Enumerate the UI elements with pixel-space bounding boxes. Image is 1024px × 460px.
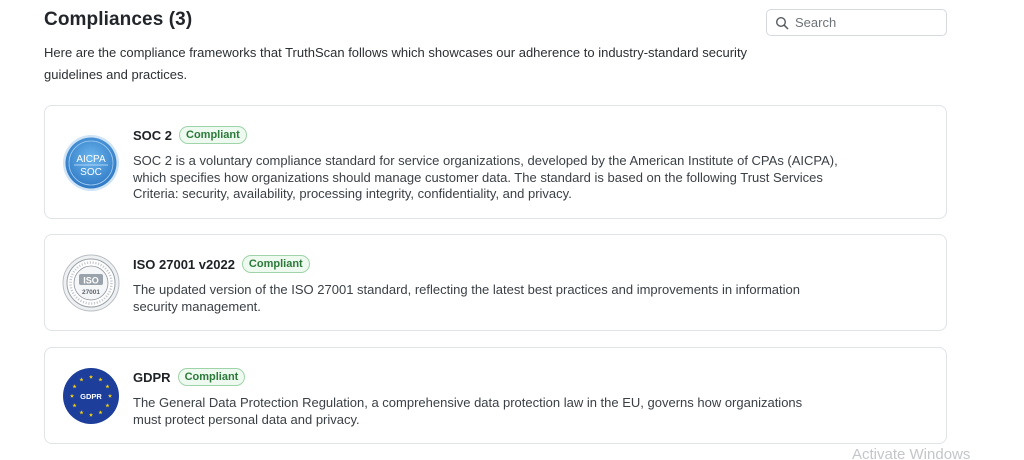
status-badge: Compliant — [177, 368, 246, 386]
soc-logo-bottom-text: SOC — [80, 167, 102, 178]
card-header: GDPR Compliant — [133, 367, 926, 387]
search-icon — [775, 16, 789, 30]
search-input[interactable] — [795, 15, 935, 30]
compliance-description: SOC 2 is a voluntary compliance standard… — [133, 153, 838, 201]
compliance-description: The General Data Protection Regulation, … — [133, 395, 803, 427]
compliance-card-iso27001[interactable]: ISO 27001 ISO 27001 v2022 Compliant The … — [44, 234, 947, 331]
page-title: Compliances (3) — [44, 9, 193, 30]
search-box[interactable] — [766, 9, 947, 36]
soc-logo-top-text: AICPA — [76, 154, 106, 165]
iso-27001-seal-icon: ISO 27001 — [62, 254, 120, 312]
compliance-description: The updated version of the ISO 27001 sta… — [133, 282, 800, 314]
compliance-name: GDPR — [133, 369, 171, 385]
status-badge: Compliant — [241, 255, 310, 273]
activate-windows-watermark: Activate Windows — [852, 446, 971, 460]
status-badge: Compliant — [179, 126, 247, 144]
compliance-name: SOC 2 — [133, 127, 173, 143]
card-header: ISO 27001 v2022 Compliant — [133, 254, 926, 274]
compliance-card-gdpr[interactable]: GDPR GDPR Compliant The General Data Pro… — [44, 347, 947, 444]
gdpr-eu-stars-icon: GDPR — [62, 367, 120, 425]
compliances-page: Compliances (3) Here are the compliance … — [0, 0, 1024, 460]
gdpr-logo-text: GDPR — [80, 392, 102, 401]
card-body: SOC 2 Compliant SOC 2 is a voluntary com… — [133, 125, 926, 203]
aicpa-soc-seal-icon: AICPA SOC — [62, 134, 120, 192]
card-body: GDPR Compliant The General Data Protecti… — [133, 367, 926, 428]
intro-text: Here are the compliance frameworks that … — [44, 45, 748, 82]
compliance-name: ISO 27001 v2022 — [133, 256, 235, 272]
card-body: ISO 27001 v2022 Compliant The updated ve… — [133, 254, 926, 315]
compliance-card-soc2[interactable]: AICPA SOC SOC 2 Compliant SOC 2 is a vol… — [44, 105, 947, 219]
iso-logo-top-text: ISO — [83, 276, 99, 286]
iso-logo-bottom-text: 27001 — [82, 289, 100, 296]
card-header: SOC 2 Compliant — [133, 125, 926, 145]
